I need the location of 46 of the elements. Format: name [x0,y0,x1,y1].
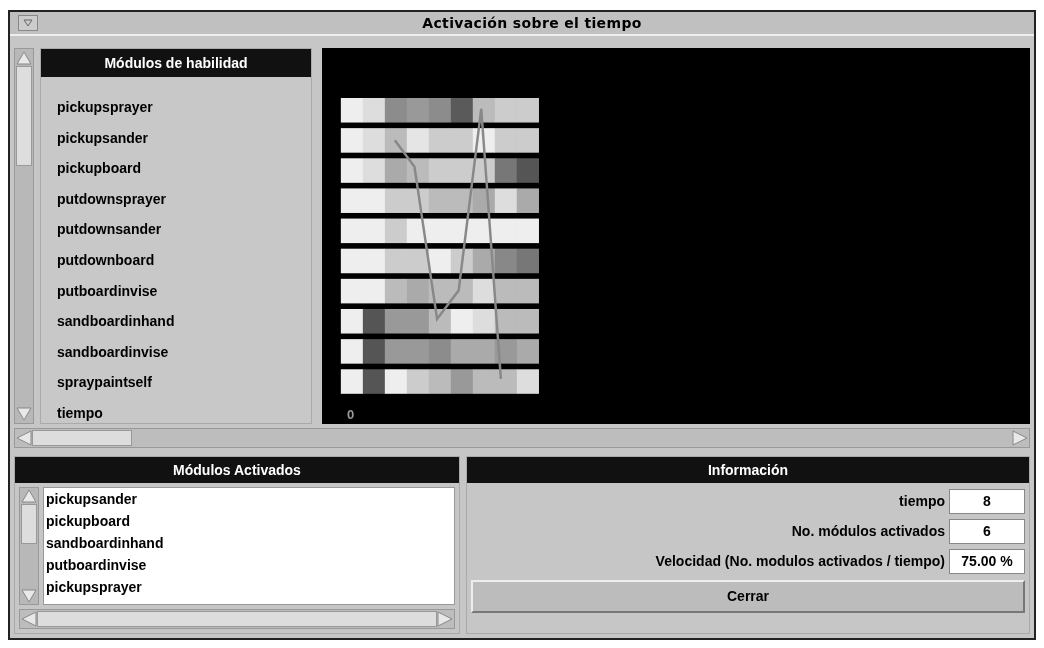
skill-label: pickupsprayer [57,98,154,117]
field-label: Velocidad (No. modulos activados / tiempo) [655,552,945,571]
window-menu-button[interactable] [18,15,38,31]
list-item[interactable]: pickupsander [46,488,138,510]
axis-label: 0 [347,405,355,424]
skill-label: pickupboard [57,159,142,179]
skill-label: tiempo [57,403,104,423]
value-field[interactable]: 8 [949,489,1025,514]
scroll-thumb[interactable] [32,430,132,446]
skill-label: putboardinvise [57,281,159,301]
scroll-up-arrow-icon[interactable] [21,488,37,504]
list-item[interactable]: putboardinvise [46,554,147,576]
horizontal-scrollbar[interactable] [19,609,455,629]
close-button[interactable]: Cerrar [471,580,1025,613]
window-title: Activación sobre el tiempo [421,13,643,33]
scroll-left-arrow-icon[interactable] [16,430,32,446]
skill-label: putdownboard [57,250,156,270]
field-label: tiempo [899,492,945,511]
scroll-down-arrow-icon[interactable] [21,588,37,604]
value-field[interactable]: 75.00 % [949,549,1025,574]
scroll-left-arrow-icon[interactable] [21,611,37,627]
skill-label: sandboardinhand [57,312,176,332]
scroll-right-arrow-icon[interactable] [437,611,453,627]
menu-caret-icon [23,19,33,27]
panel-header: Módulos de habilidad [41,49,311,77]
skill-label: putdownsprayer [57,189,167,209]
scroll-thumb[interactable] [37,611,437,627]
panel-header: Módulos Activados [15,457,459,483]
skill-label: spraypaintself [57,373,153,393]
vertical-scrollbar[interactable] [19,487,39,605]
scroll-right-arrow-icon[interactable] [1012,430,1028,446]
list-item[interactable]: pickupboard [46,510,130,532]
skill-label: sandboardinvise [57,342,170,362]
scroll-up-arrow-icon[interactable] [16,50,32,66]
list-item[interactable]: sandboardinhand [46,532,164,554]
scroll-thumb[interactable] [21,504,37,544]
value-field[interactable]: 6 [949,519,1025,544]
scroll-thumb[interactable] [16,66,32,166]
list-item[interactable]: pickupsprayer [46,576,142,598]
skill-label: putdownsander [57,220,163,240]
field-label: No. módulos activados [791,522,945,541]
vertical-scrollbar[interactable] [14,48,34,424]
skill-label: pickupsander [57,128,150,148]
horizontal-scrollbar[interactable] [14,428,1030,448]
scroll-down-arrow-icon[interactable] [16,406,32,422]
panel-header: Información [467,457,1029,483]
